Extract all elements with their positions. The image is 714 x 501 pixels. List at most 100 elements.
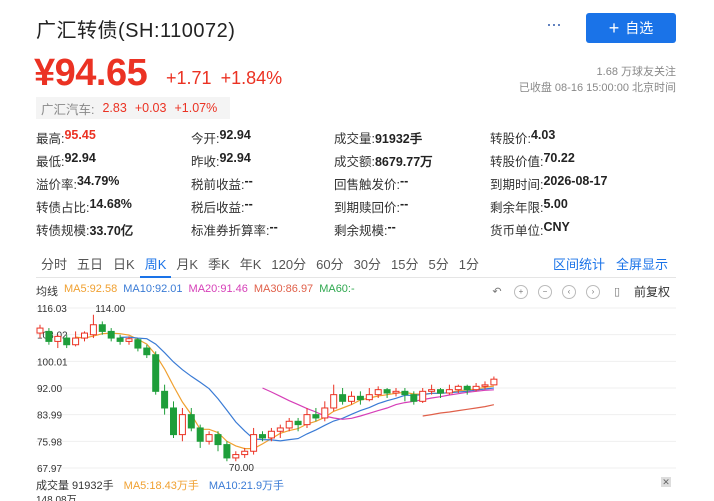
tab-period[interactable]: 五日 [72, 254, 108, 278]
tab-period[interactable]: 30分 [349, 254, 386, 278]
candle[interactable] [303, 407, 311, 428]
tab-period[interactable]: 分时 [36, 254, 72, 278]
candle[interactable] [170, 401, 177, 438]
undo-icon[interactable]: ↶ [490, 285, 504, 299]
candle[interactable] [365, 388, 373, 402]
stat-value: 5.00 [543, 197, 568, 211]
stat-label: 剩余年限: [490, 201, 544, 215]
volume-ma5: MA5:18.43万手 [123, 480, 199, 492]
stat-label: 最低: [36, 155, 65, 169]
interval-stats-link[interactable]: 区间统计 [553, 254, 605, 276]
more-options-icon[interactable]: ··· [546, 14, 562, 35]
candle[interactable] [241, 447, 249, 458]
candle[interactable] [419, 388, 427, 403]
fullscreen-link[interactable]: 全屏显示 [616, 254, 668, 276]
candle[interactable] [285, 417, 293, 432]
ma60-value: MA60:- [319, 283, 355, 295]
zoom-in-icon[interactable]: + [514, 284, 528, 299]
candle[interactable] [54, 334, 62, 349]
candle[interactable] [89, 314, 97, 339]
candle[interactable] [348, 391, 355, 405]
candle[interactable] [445, 384, 453, 395]
candle[interactable] [276, 424, 284, 438]
stat-item: 今开: 92.94 [191, 128, 334, 147]
stats-row: 最低: 92.94 昨收: 92.94 成交额: 8679.77万 转股价值: 70.22 [36, 149, 676, 172]
candle[interactable] [250, 427, 258, 455]
zoom-out-icon[interactable]: − [538, 284, 552, 299]
candle-body [437, 389, 444, 394]
candle-body [170, 407, 177, 436]
candle[interactable] [312, 407, 320, 422]
candle[interactable] [321, 401, 329, 422]
candle[interactable] [107, 328, 115, 342]
stat-value: -- [399, 197, 409, 211]
candle-body [54, 335, 62, 342]
candle[interactable] [223, 441, 231, 462]
tab-period[interactable]: 日K [108, 254, 140, 278]
stat-value: 4.03 [530, 128, 556, 142]
stat-label: 今开: [191, 132, 220, 146]
chevron-left-icon[interactable]: ‹ [562, 284, 576, 299]
y-tick-label: 92.00 [37, 384, 62, 395]
tab-period[interactable]: 年K [235, 254, 267, 278]
candle[interactable] [116, 334, 124, 345]
candle-body [161, 390, 169, 409]
candle[interactable] [81, 331, 88, 342]
candle-body [294, 420, 302, 426]
stat-value: 92.94 [64, 151, 96, 165]
tab-period[interactable]: 120分 [266, 254, 311, 278]
candle-body [205, 434, 213, 442]
tab-period[interactable]: 月K [171, 254, 203, 278]
candle-body [392, 390, 400, 394]
candle[interactable] [161, 384, 169, 415]
candle-body [481, 384, 489, 387]
candle-body [98, 324, 106, 332]
tab-period[interactable]: 5分 [424, 254, 454, 278]
stats-row: 溢价率: 34.79% 税前收益: -- 回售触发价: -- 到期时间: 2026-08-17 [36, 172, 676, 195]
tab-period[interactable]: 1分 [454, 254, 484, 278]
chevron-right-icon[interactable]: › [586, 284, 600, 299]
followers-count[interactable]: 1.68 万球友关注 [597, 63, 676, 79]
candle[interactable] [205, 431, 213, 445]
stat-item: 剩余规模: -- [334, 220, 490, 239]
tab-period[interactable]: 15分 [386, 254, 423, 278]
candle[interactable] [392, 388, 400, 397]
candle-body [178, 414, 186, 436]
candle[interactable] [401, 388, 409, 402]
candle[interactable] [98, 321, 106, 335]
price-change-value: +1.71 [166, 68, 212, 88]
stat-label: 成交额: [334, 155, 375, 169]
underlying-stock-link[interactable]: 广汇汽车: 2.83 +0.03 +1.07% [36, 97, 231, 119]
candle[interactable] [196, 424, 204, 448]
candle-body [187, 414, 195, 429]
candle[interactable] [72, 331, 80, 347]
candle[interactable] [330, 384, 338, 412]
candle[interactable] [339, 388, 347, 405]
stat-item: 回售触发价: -- [334, 174, 490, 193]
candle[interactable] [472, 383, 480, 392]
fullscreen-icon[interactable]: ▯ [610, 285, 624, 299]
candle[interactable] [383, 388, 391, 398]
candle[interactable] [178, 407, 186, 442]
stat-label: 税后收益: [191, 201, 245, 215]
candle-body [259, 434, 266, 439]
ma10-value: MA10:92.01 [123, 283, 183, 295]
kline-chart[interactable]: 116.03108.02100.0192.0083.9975.9867.97 1… [36, 298, 676, 473]
tab-period[interactable]: 周K [139, 254, 172, 278]
underlying-price: 2.83 [102, 101, 127, 115]
candle[interactable] [134, 338, 142, 352]
candle[interactable] [214, 431, 222, 452]
page-title: 广汇转债(SH:110072) [36, 20, 236, 42]
tab-period[interactable]: 季K [203, 254, 235, 278]
candle[interactable] [152, 351, 160, 395]
candle-body [348, 395, 355, 402]
tab-period[interactable]: 60分 [311, 254, 348, 278]
candle-body [250, 434, 258, 452]
add-watchlist-button[interactable]: + 自选 [586, 13, 676, 43]
stat-value: 91932手 [374, 132, 423, 146]
candle[interactable] [490, 376, 498, 386]
candle[interactable] [232, 451, 240, 462]
candle[interactable] [356, 391, 364, 405]
close-volume-icon[interactable]: ✕ [661, 477, 671, 487]
candle-body [285, 420, 293, 429]
